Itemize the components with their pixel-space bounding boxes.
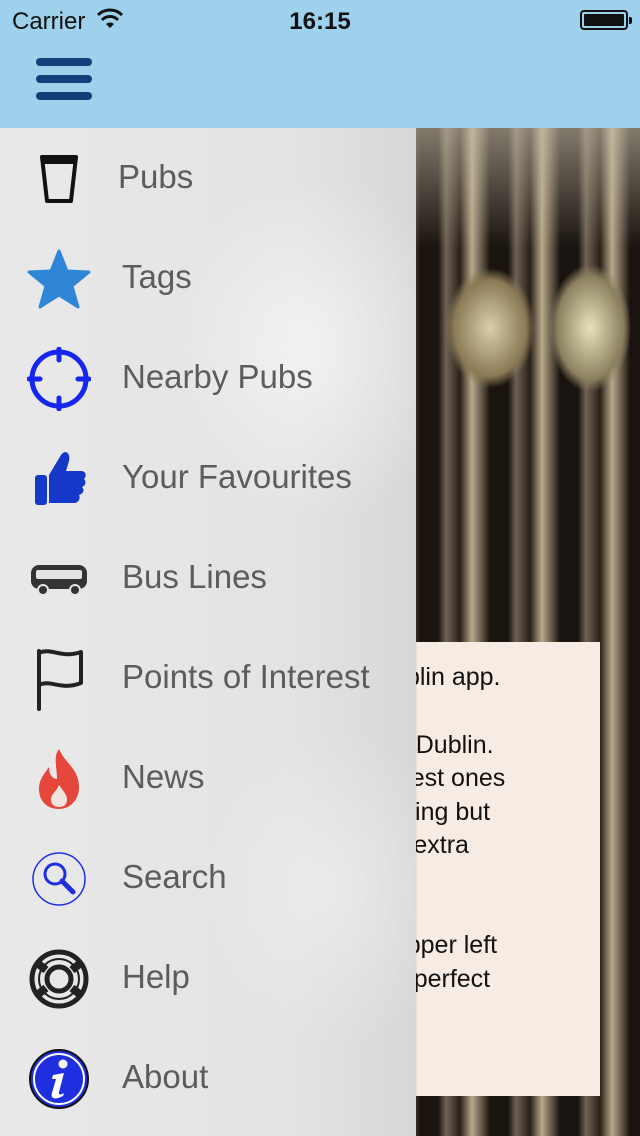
menu-item-about[interactable]: About [0,1028,416,1128]
star-icon [26,248,92,310]
lifebuoy-icon [26,948,92,1010]
navigation-bar: Carrier 16:15 [0,0,640,128]
menu-item-label: Pubs [118,158,194,195]
menu-item-news[interactable]: News [0,728,416,828]
menu-item-nearby-pubs[interactable]: Nearby Pubs [0,328,416,428]
hamburger-bar [36,58,92,66]
menu-item-label: Your Favourites [122,458,352,495]
menu-item-label: Bus Lines [122,558,267,595]
crosshair-icon [26,347,92,411]
menu-item-points-of-interest[interactable]: Points of Interest [0,628,416,728]
clock: 16:15 [289,8,351,35]
flag-icon [26,648,92,711]
menu-item-label: Tags [122,258,192,295]
menu-item-label: Nearby Pubs [122,358,313,395]
battery-icon [580,10,632,30]
menu-item-label: Help [122,958,190,995]
status-bar: Carrier 16:15 [0,0,640,40]
menu-item-bus-lines[interactable]: Bus Lines [0,528,416,628]
photo-highlight [416,128,640,248]
hamburger-bar [36,92,92,100]
pint-glass-icon [26,148,92,210]
info-icon [26,1048,92,1110]
menu-item-label: About [122,1058,209,1095]
menu-item-label: Points of Interest [122,658,370,695]
hamburger-menu-button[interactable] [36,58,92,104]
menu-item-your-favourites[interactable]: Your Favourites [0,428,416,528]
hamburger-bar [36,75,92,83]
menu-item-label: News [122,758,205,795]
flame-icon [26,748,92,810]
side-menu-drawer: Pubs Tags Nearby Pubs Your Favourites Bu… [0,128,416,1136]
menu-item-pubs[interactable]: Pubs [0,128,416,228]
menu-item-search[interactable]: Search [0,828,416,928]
bus-icon [26,548,92,610]
menu-item-label: Search [122,858,227,895]
search-icon [26,848,92,910]
menu-item-help[interactable]: Help [0,928,416,1028]
thumbs-up-icon [26,448,92,510]
menu-item-tags[interactable]: Tags [0,228,416,328]
